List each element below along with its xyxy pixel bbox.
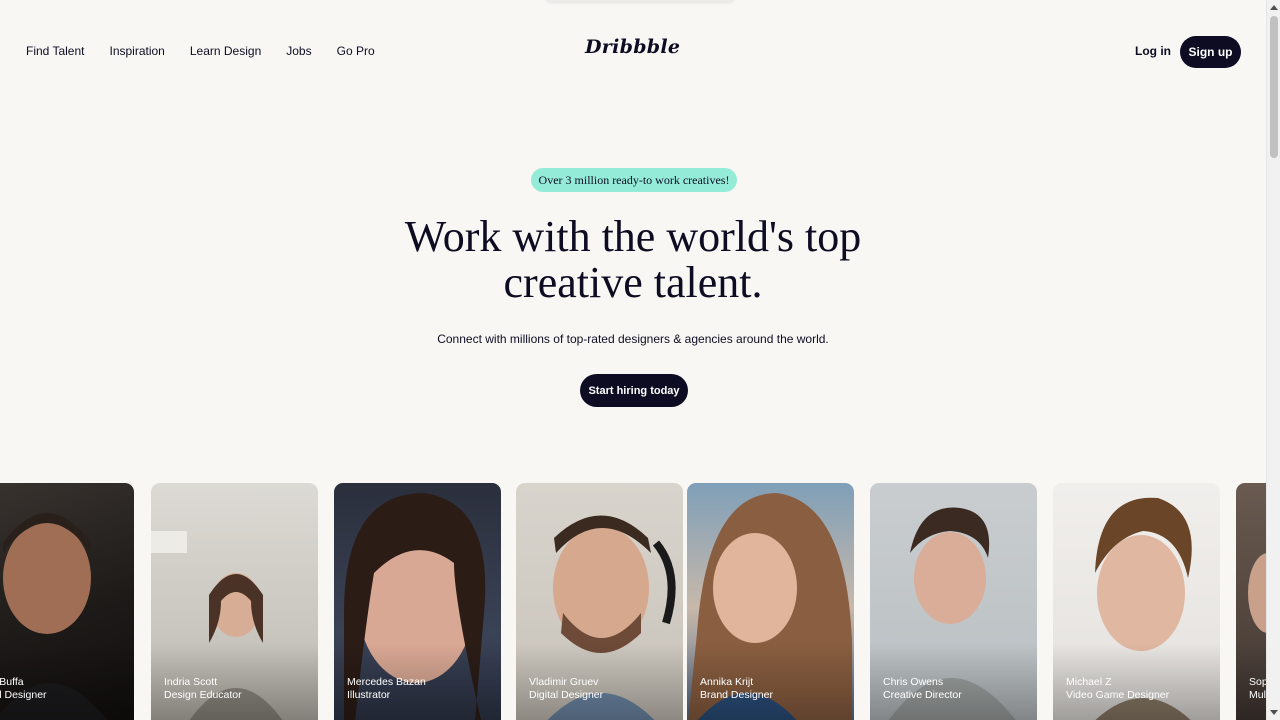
hero-badge: Over 3 million ready-to work creatives! [531, 168, 737, 192]
hero-headline: Work with the world's top creative talen… [340, 214, 926, 306]
designer-role: Design Educator [164, 689, 242, 701]
hero-subhead: Connect with millions of top-rated desig… [437, 332, 829, 346]
designer-name: Indria Scott [164, 676, 218, 688]
designer-name: Sop [1249, 676, 1268, 688]
top-nav: Find Talent Inspiration Learn Design Job… [0, 0, 1266, 102]
nav-go-pro[interactable]: Go Pro [337, 44, 375, 58]
scroll-thumb[interactable] [1270, 16, 1278, 158]
designer-role: Digital Designer [529, 689, 604, 701]
nav-links: Find Talent Inspiration Learn Design Job… [26, 44, 400, 58]
designer-role: Brand Designer [700, 689, 773, 701]
designer-role: Illustrator [347, 689, 391, 701]
designer-card[interactable]: Annika Krijt Brand Designer [687, 483, 854, 720]
nav-find-talent[interactable]: Find Talent [26, 44, 84, 58]
nav-inspiration[interactable]: Inspiration [109, 44, 164, 58]
nav-jobs[interactable]: Jobs [286, 44, 311, 58]
designer-card[interactable]: Vladimir Gruev Digital Designer [516, 483, 683, 720]
designer-name: Michael Z [1066, 676, 1112, 688]
nav-learn-design[interactable]: Learn Design [190, 44, 261, 58]
designer-name: Chris Owens [883, 676, 944, 688]
designer-role: cipal Designer [0, 689, 47, 701]
designer-name: Vladimir Gruev [529, 676, 599, 688]
headline-line-2: creative talent. [503, 258, 763, 307]
designer-card[interactable]: Mercedes Bazan Illustrator [334, 483, 501, 720]
scroll-down-arrow-icon[interactable] [1270, 710, 1278, 715]
dribbble-logo[interactable]: Dribbble [585, 36, 680, 58]
signup-button[interactable]: Sign up [1180, 36, 1241, 68]
vertical-scrollbar[interactable] [1266, 0, 1280, 720]
designer-name: Mercedes Bazan [347, 676, 426, 688]
start-hiring-button[interactable]: Start hiring today [580, 374, 688, 407]
designer-card[interactable]: Indria Scott Design Educator [151, 483, 318, 720]
designer-role: Video Game Designer [1066, 689, 1170, 701]
designer-role: Creative Director [883, 689, 962, 701]
page: Find Talent Inspiration Learn Design Job… [0, 0, 1280, 720]
designer-card[interactable]: iele Buffa cipal Designer [0, 483, 134, 720]
headline-line-1: Work with the world's top [404, 212, 862, 261]
scroll-up-arrow-icon[interactable] [1270, 5, 1278, 10]
designer-card[interactable]: Chris Owens Creative Director [870, 483, 1037, 720]
designer-name: iele Buffa [0, 676, 24, 688]
designer-card[interactable]: Michael Z Video Game Designer [1053, 483, 1220, 720]
designer-name: Annika Krijt [700, 676, 754, 688]
login-link[interactable]: Log in [1135, 44, 1171, 58]
